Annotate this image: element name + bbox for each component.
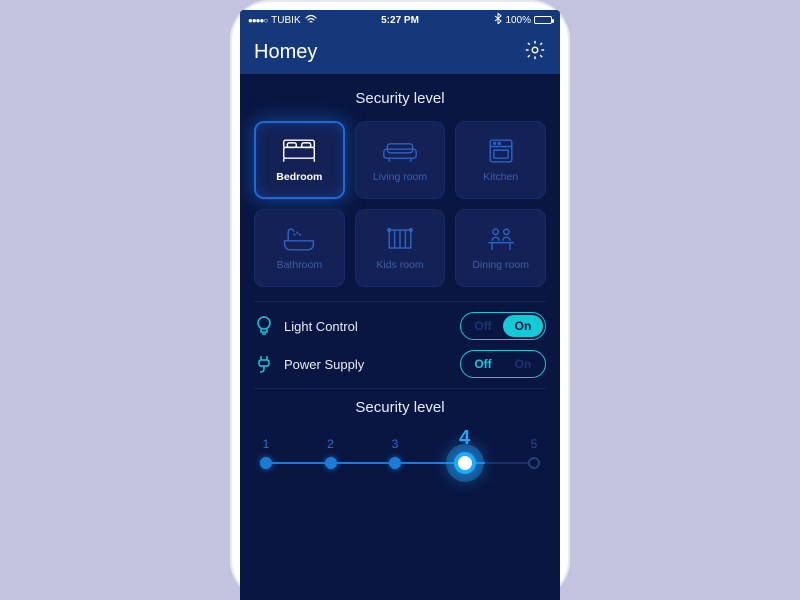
rooms-grid: Bedroom Living room Kitchen — [254, 121, 546, 287]
battery-icon — [534, 16, 552, 24]
room-label: Kitchen — [483, 171, 518, 183]
slider-step-5[interactable]: 5 — [528, 437, 540, 469]
slider-step-3[interactable]: 3 — [389, 437, 401, 469]
screen: ●●●●○ TUBIK 5:27 PM 100% Homey — [240, 10, 560, 600]
plug-icon — [254, 353, 274, 375]
bed-icon — [281, 137, 317, 165]
clock: 5:27 PM — [381, 15, 419, 26]
room-kitchen[interactable]: Kitchen — [455, 121, 546, 199]
bathtub-icon — [281, 225, 317, 253]
slider-step-4[interactable]: 4 — [454, 433, 476, 474]
slider-title: Security level — [254, 399, 546, 416]
slider-step-2[interactable]: 2 — [325, 437, 337, 469]
toggle-off[interactable]: Off — [463, 353, 503, 375]
status-bar: ●●●●○ TUBIK 5:27 PM 100% — [240, 10, 560, 30]
sofa-icon — [382, 137, 418, 165]
content: Security level Bedroom Living room — [240, 74, 560, 478]
step-number: 4 — [459, 427, 470, 450]
step-number: 3 — [392, 437, 399, 451]
step-number: 5 — [531, 437, 538, 451]
crib-icon — [382, 225, 418, 253]
room-bathroom[interactable]: Bathroom — [254, 209, 345, 287]
room-label: Bathroom — [277, 259, 323, 271]
slider-track-area[interactable]: 1 2 3 4 5 — [254, 428, 546, 478]
signal-dots-icon: ●●●●○ — [248, 15, 267, 26]
step-number: 2 — [327, 437, 334, 451]
gear-icon[interactable] — [524, 39, 546, 66]
room-kids-room[interactable]: Kids room — [355, 209, 446, 287]
step-dot-icon — [389, 457, 401, 469]
slider-step-1[interactable]: 1 — [260, 437, 272, 469]
app-header: Homey — [240, 30, 560, 74]
room-bedroom[interactable]: Bedroom — [254, 121, 345, 199]
section-title: Security level — [254, 90, 546, 107]
oven-icon — [483, 137, 519, 165]
step-dot-icon — [325, 457, 337, 469]
step-number: 1 — [263, 437, 270, 451]
bulb-icon — [254, 315, 274, 337]
toggle-light[interactable]: Off On — [460, 312, 546, 340]
step-dot-icon — [260, 457, 272, 469]
status-left: ●●●●○ TUBIK — [248, 14, 381, 27]
battery-percent: 100% — [505, 15, 531, 26]
dining-icon — [483, 225, 519, 253]
control-light: Light Control Off On — [254, 312, 546, 340]
step-dot-icon — [454, 452, 476, 474]
phone-frame: ●●●●○ TUBIK 5:27 PM 100% Homey — [230, 0, 570, 600]
room-label: Living room — [373, 171, 427, 183]
room-label: Dining room — [472, 259, 529, 271]
control-label: Power Supply — [284, 357, 364, 372]
slider-track-fill — [266, 462, 485, 464]
security-slider: Security level 1 2 3 — [254, 399, 546, 478]
room-dining-room[interactable]: Dining room — [455, 209, 546, 287]
step-dot-icon — [528, 457, 540, 469]
room-label: Kids room — [376, 259, 423, 271]
toggle-power[interactable]: Off On — [460, 350, 546, 378]
divider — [254, 388, 546, 389]
control-power: Power Supply Off On — [254, 350, 546, 378]
bluetooth-icon — [494, 13, 502, 27]
toggle-on[interactable]: On — [503, 315, 543, 337]
carrier-label: TUBIK — [271, 15, 300, 26]
room-living-room[interactable]: Living room — [355, 121, 446, 199]
room-label: Bedroom — [276, 171, 322, 183]
toggle-on[interactable]: On — [503, 353, 543, 375]
status-right: 100% — [419, 13, 552, 27]
toggle-off[interactable]: Off — [463, 315, 503, 337]
app-title: Homey — [254, 41, 317, 64]
wifi-icon — [305, 14, 317, 27]
control-label: Light Control — [284, 319, 358, 334]
divider — [254, 301, 546, 302]
